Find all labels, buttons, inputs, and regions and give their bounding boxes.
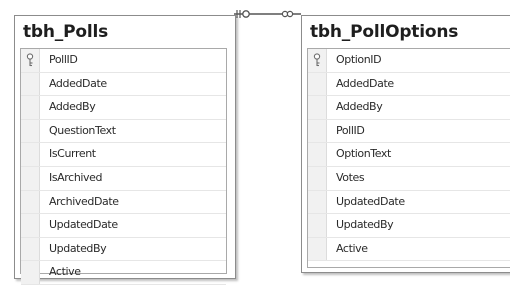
- column-name: QuestionText: [49, 123, 116, 137]
- table-title: tbh_Polls: [23, 22, 109, 42]
- column-name: IsCurrent: [49, 147, 96, 161]
- column-row[interactable]: OptionText: [308, 143, 510, 167]
- row-selector[interactable]: [308, 96, 327, 119]
- primary-key-icon: [26, 53, 34, 67]
- row-selector[interactable]: [308, 119, 327, 143]
- column-row[interactable]: UpdatedDate: [21, 214, 226, 238]
- column-name: OptionText: [336, 147, 391, 161]
- column-row[interactable]: UpdatedBy: [308, 214, 510, 238]
- row-selector[interactable]: [21, 237, 40, 261]
- column-name: PollID: [336, 123, 365, 137]
- column-name: AddedDate: [49, 76, 107, 90]
- column-row[interactable]: ArchivedDate: [21, 190, 226, 215]
- column-name: IsArchived: [49, 170, 103, 184]
- row-selector[interactable]: [21, 214, 40, 237]
- row-selector[interactable]: [308, 214, 327, 237]
- column-row[interactable]: QuestionText: [21, 119, 226, 144]
- column-name: Votes: [336, 170, 365, 184]
- row-selector[interactable]: [308, 72, 327, 96]
- column-row[interactable]: AddedDate: [308, 72, 510, 97]
- column-name: PollID: [49, 53, 78, 66]
- column-name: AddedDate: [336, 76, 394, 90]
- many-end-infinity-icon: [281, 10, 294, 18]
- column-row[interactable]: PollID: [21, 49, 226, 73]
- row-selector[interactable]: [308, 143, 327, 166]
- column-name: UpdatedBy: [49, 241, 107, 255]
- column-list: PollID AddedDate AddedBy QuestionText Is…: [20, 48, 227, 285]
- row-selector[interactable]: [308, 49, 327, 72]
- column-name: UpdatedDate: [49, 218, 118, 232]
- table-title: tbh_PollOptions: [310, 22, 459, 42]
- row-selector[interactable]: [21, 190, 40, 214]
- column-row[interactable]: IsCurrent: [21, 143, 226, 167]
- column-row[interactable]: PollID: [308, 119, 510, 144]
- row-selector[interactable]: [308, 166, 327, 190]
- column-row[interactable]: AddedBy: [21, 96, 226, 120]
- table-tbh-polls[interactable]: tbh_Polls PollID AddedDate AddedBy Quest…: [14, 15, 236, 285]
- one-end-key-icon: [242, 10, 250, 18]
- column-name: ArchivedDate: [49, 194, 119, 208]
- column-row[interactable]: AddedDate: [21, 72, 226, 97]
- column-name: Active: [49, 265, 81, 279]
- column-list: OptionID AddedDate AddedBy PollID Option…: [307, 48, 510, 268]
- row-selector[interactable]: [21, 72, 40, 96]
- row-selector[interactable]: [21, 166, 40, 190]
- row-selector[interactable]: [21, 143, 40, 166]
- column-row[interactable]: Votes: [308, 166, 510, 191]
- column-row[interactable]: AddedBy: [308, 96, 510, 120]
- column-name: UpdatedDate: [336, 194, 405, 208]
- column-name: OptionID: [336, 53, 382, 66]
- column-name: UpdatedBy: [336, 218, 394, 232]
- row-selector[interactable]: [21, 119, 40, 143]
- column-name: AddedBy: [336, 100, 383, 114]
- row-selector[interactable]: [308, 237, 327, 261]
- primary-key-icon: [313, 53, 321, 67]
- column-row[interactable]: Active: [308, 237, 510, 262]
- column-row[interactable]: IsArchived: [21, 166, 226, 191]
- row-selector[interactable]: [21, 49, 40, 72]
- column-row[interactable]: OptionID: [308, 49, 510, 73]
- row-selector[interactable]: [308, 190, 327, 214]
- column-name: AddedBy: [49, 100, 96, 114]
- row-selector[interactable]: [21, 96, 40, 119]
- table-tbh-polloptions[interactable]: tbh_PollOptions OptionID AddedDate Added…: [301, 15, 510, 273]
- column-row[interactable]: UpdatedDate: [308, 190, 510, 215]
- column-row[interactable]: Active: [21, 261, 226, 285]
- column-row[interactable]: UpdatedBy: [21, 237, 226, 262]
- column-name: Active: [336, 241, 368, 255]
